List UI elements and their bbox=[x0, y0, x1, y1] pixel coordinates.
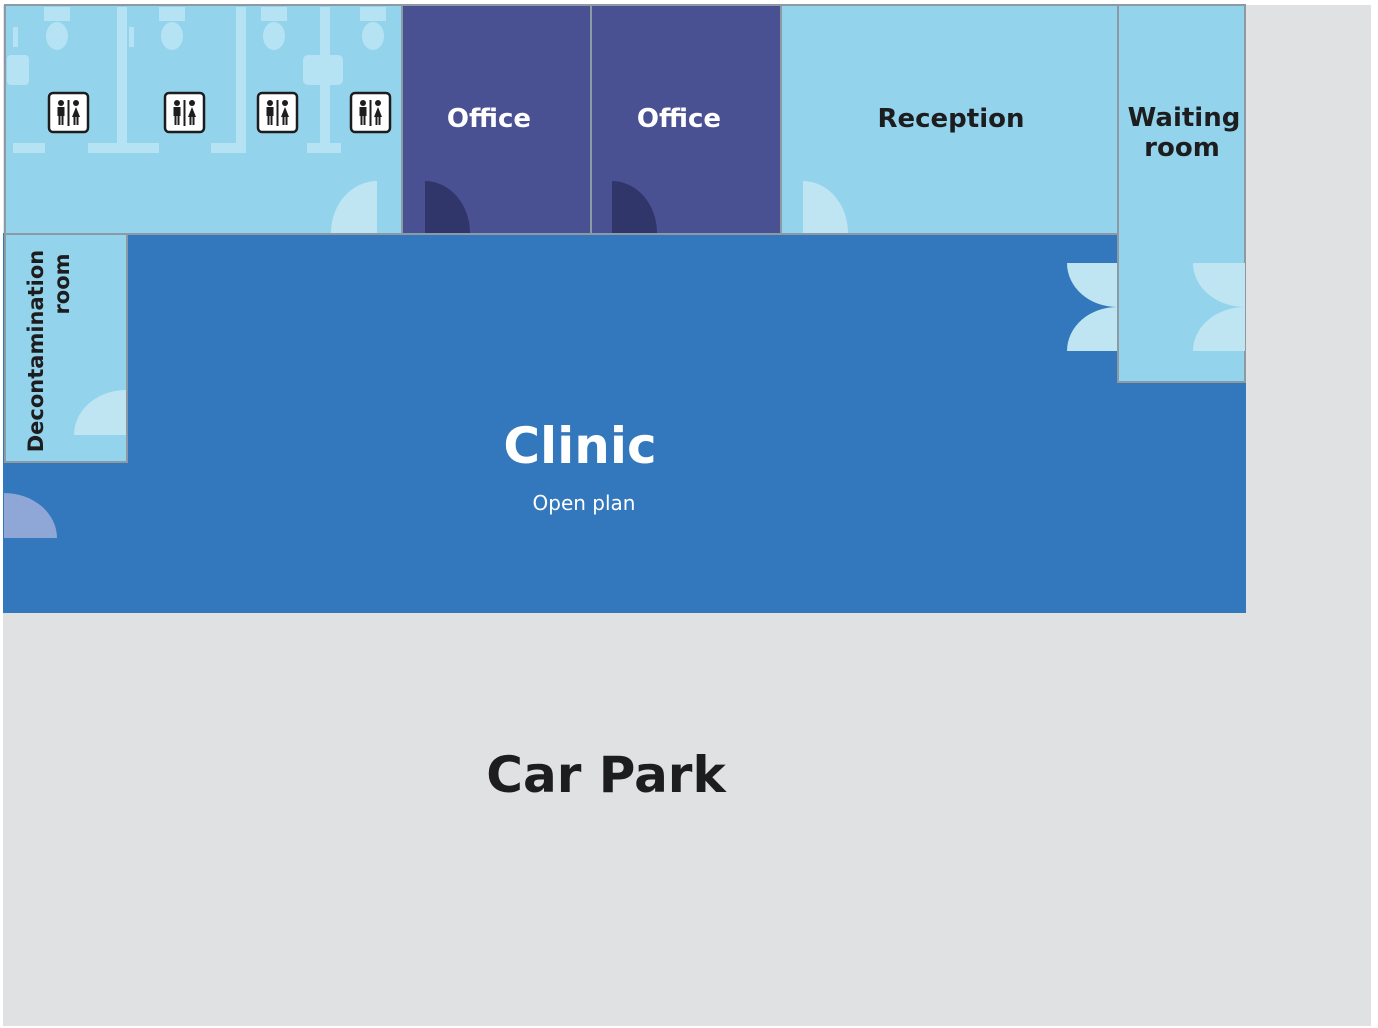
office-label-2: Office bbox=[637, 104, 721, 134]
toilet-icon bbox=[163, 91, 206, 134]
toilet-icon bbox=[47, 91, 90, 134]
car-park-label: Car Park bbox=[486, 746, 727, 804]
clinic-label: Clinic bbox=[503, 417, 656, 475]
toilet-icon bbox=[256, 91, 299, 134]
clinic-sublabel: Open plan bbox=[533, 491, 636, 515]
waiting-label-line1: Waiting bbox=[1128, 103, 1241, 133]
decontamination-label-line2: room bbox=[50, 253, 74, 314]
toilet-icon bbox=[349, 91, 392, 134]
office-label-1: Office bbox=[447, 104, 531, 134]
floor-plan: Office Office Reception Waiting room Dec… bbox=[3, 4, 1371, 1026]
reception-label: Reception bbox=[877, 104, 1024, 134]
waiting-label-line2: room bbox=[1144, 133, 1220, 163]
decontamination-label-line1: Decontamination bbox=[24, 250, 48, 453]
